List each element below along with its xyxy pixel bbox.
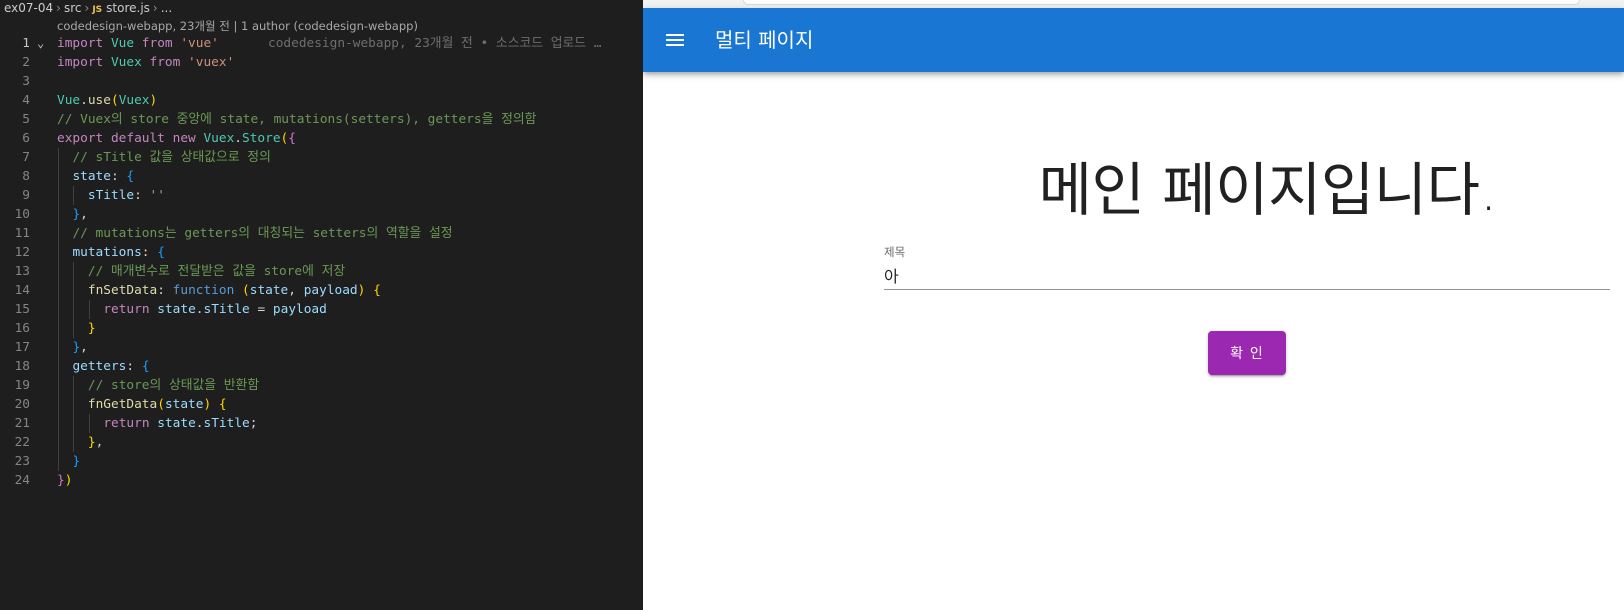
code-line[interactable]: 22 }, — [0, 433, 643, 452]
line-number: 11 — [14, 226, 30, 241]
code-text: }, — [72, 340, 88, 355]
code-line[interactable]: 1 ⌄ import Vue from 'vue' codedesign-webapp… — [0, 34, 643, 53]
line-number: 14 — [14, 283, 30, 298]
confirm-button[interactable]: 확 인 — [1208, 331, 1286, 375]
code-text: export default new Vuex.Store({ — [57, 131, 296, 146]
code-line[interactable]: 19 // store의 상태값을 반환함 — [0, 376, 643, 395]
app-bar: 멀티 페이지 — [643, 8, 1624, 72]
code-text: return state.sTitle = payload — [103, 302, 327, 317]
fold-chevron-icon[interactable]: ⌄ — [37, 34, 44, 53]
code-text: }) — [57, 473, 73, 488]
code-line[interactable]: 2 import Vuex from 'vuex' — [0, 53, 643, 72]
code-line[interactable]: 14 fnSetData: function (state, payload) … — [0, 281, 643, 300]
code-line[interactable]: 13 // 매개변수로 전달받은 값을 store에 저장 — [0, 262, 643, 281]
code-line[interactable]: 21 return state.sTitle; — [0, 414, 643, 433]
javascript-file-icon: JS — [92, 5, 103, 15]
title-text-field[interactable]: 제목 — [884, 240, 1610, 290]
line-number: 7 — [22, 150, 30, 165]
line-number: 2 — [22, 55, 30, 70]
code-text: mutations: { — [72, 245, 165, 260]
code-line[interactable]: 10 }, — [0, 205, 643, 224]
field-underline — [884, 289, 1610, 290]
line-number: 10 — [14, 207, 30, 222]
code-line[interactable]: 18 getters: { — [0, 357, 643, 376]
code-line[interactable]: 5 // Vuex의 store 중앙에 state, mutations(set… — [0, 110, 643, 129]
code-text: // store의 상태값을 반환함 — [87, 378, 260, 393]
code-text: sTitle: '' — [87, 188, 165, 203]
line-number: 3 — [22, 74, 30, 89]
line-number: 21 — [14, 416, 30, 431]
inline-blame-annotation: codedesign-webapp, 23개월 전 • 소스코드 업로드 … — [268, 36, 602, 51]
code-line[interactable]: 7 // sTitle 값을 상태값으로 정의 — [0, 148, 643, 167]
line-number: 24 — [14, 473, 30, 488]
code-line[interactable]: 4 Vue.use(Vuex) — [0, 91, 643, 110]
line-number: 1 — [22, 36, 30, 51]
browser-toolbar-edge — [643, 0, 1624, 8]
line-number: 22 — [14, 435, 30, 450]
code-line[interactable]: 17 }, — [0, 338, 643, 357]
line-number: 17 — [14, 340, 30, 355]
code-text: // 매개변수로 전달받은 값을 store에 저장 — [87, 264, 346, 279]
line-number: 9 — [22, 188, 30, 203]
breadcrumb: ex07-04 › src › JS store.js ›... — [4, 0, 172, 16]
code-text: }, — [72, 207, 88, 222]
code-text: state: { — [72, 169, 135, 184]
code-text: fnSetData: function (state, payload) { — [87, 283, 381, 298]
line-number: 15 — [14, 302, 30, 317]
line-number: 6 — [22, 131, 30, 146]
code-line[interactable]: 11 // mutations는 getters의 대칭되는 setters의 … — [0, 224, 643, 243]
address-bar[interactable] — [743, 0, 1580, 5]
code-line[interactable]: 15 return state.sTitle = payload — [0, 300, 643, 319]
line-number: 20 — [14, 397, 30, 412]
line-number: 13 — [14, 264, 30, 279]
browser-viewport: 멀티 페이지 메인 페이지입니다. 제목 확 인 — [643, 0, 1624, 610]
code-area[interactable]: 1 ⌄ import Vue from 'vue' codedesign-webapp… — [0, 34, 643, 490]
code-text: // Vuex의 store 중앙에 state, mutations(sett… — [57, 112, 537, 127]
code-line[interactable]: 8 state: { — [0, 167, 643, 186]
line-number: 18 — [14, 359, 30, 374]
code-line[interactable]: 16 } — [0, 319, 643, 338]
code-text: } — [87, 321, 96, 336]
app-title: 멀티 페이지 — [715, 28, 814, 52]
title-input[interactable] — [884, 262, 1610, 288]
code-line[interactable]: 24}) — [0, 471, 643, 490]
code-line[interactable]: 12 mutations: { — [0, 243, 643, 262]
line-number: 16 — [14, 321, 30, 336]
breadcrumb-more[interactable]: ... — [161, 1, 172, 15]
code-text: return state.sTitle; — [103, 416, 258, 431]
chevron-right-icon: › — [84, 1, 90, 15]
line-number: 5 — [22, 112, 30, 127]
line-number: 19 — [14, 378, 30, 393]
page-heading: 메인 페이지입니다. — [1038, 156, 1498, 224]
code-line[interactable]: 9 sTitle: '' — [0, 186, 643, 205]
chevron-right-icon: › — [152, 1, 158, 15]
code-text: import Vue from 'vue' — [57, 36, 219, 51]
breadcrumb-subfolder[interactable]: src — [64, 1, 82, 15]
code-text: import Vuex from 'vuex' — [57, 55, 235, 70]
code-line[interactable]: 6 export default new Vuex.Store({ — [0, 129, 643, 148]
code-text: // mutations는 getters의 대칭되는 setters의 역할을… — [72, 226, 453, 241]
line-number: 23 — [14, 454, 30, 469]
code-text: }, — [87, 435, 104, 450]
line-number: 4 — [22, 93, 30, 108]
code-line[interactable]: 23 } — [0, 452, 643, 471]
code-editor[interactable]: ex07-04 › src › JS store.js ›... codedesign-we… — [0, 0, 643, 610]
line-number: 8 — [22, 169, 30, 184]
code-text: getters: { — [72, 359, 150, 374]
code-line[interactable]: 3 — [0, 72, 643, 91]
menu-button[interactable] — [651, 16, 699, 64]
code-line[interactable]: 20 fnGetData(state) { — [0, 395, 643, 414]
chevron-right-icon: › — [56, 1, 61, 15]
code-text: Vue.use(Vuex) — [57, 93, 158, 108]
line-number: 12 — [14, 245, 30, 260]
breadcrumb-file[interactable]: store.js — [106, 1, 150, 15]
title-field-label: 제목 — [884, 245, 906, 259]
code-text: // sTitle 값을 상태값으로 정의 — [72, 150, 271, 165]
code-text: } — [72, 454, 81, 469]
git-blame-codelens[interactable]: codedesign-webapp, 23개월 전 | 1 author (co… — [57, 18, 418, 34]
breadcrumb-folder[interactable]: ex07-04 — [4, 1, 53, 15]
hamburger-menu-icon — [666, 34, 684, 46]
code-text: fnGetData(state) { — [87, 397, 227, 412]
